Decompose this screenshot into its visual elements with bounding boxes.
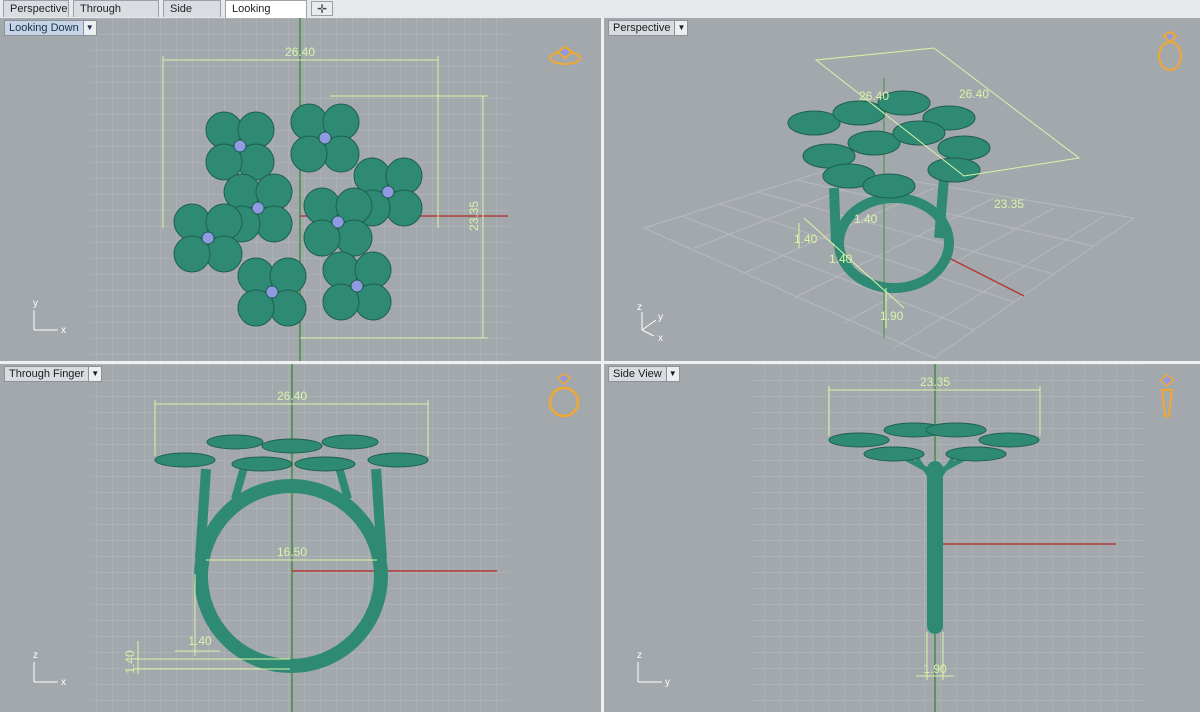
dim-label-a: 26.40 [859,89,889,103]
axis-label-z: z [637,302,642,313]
axis-gizmo [637,662,662,683]
dim-width-label: 26.40 [277,389,307,403]
viewport-title-perspective[interactable]: Perspective ▼ [608,20,689,36]
viewport-title-text: Looking Down [9,22,79,34]
tab-side-view[interactable]: Side View [163,0,221,31]
axis-label-x: x [61,677,66,688]
axis-label-y: y [33,298,38,309]
dim-label-c: 26.40 [959,87,989,101]
ring-front-icon[interactable] [548,373,580,418]
axis-label-x: x [61,325,66,336]
ring-side-icon[interactable] [1159,374,1175,417]
view-tab-bar: Perspective Through Finger Side View Loo… [0,0,1200,31]
viewport-title-looking-down[interactable]: Looking Down ▼ [4,20,97,36]
axis-label-z: z [33,650,38,661]
flower-cluster-perspective [787,90,991,199]
axis-gizmo [33,662,58,683]
dim-thickness-label: 1.40 [123,650,137,674]
through-finger-canvas[interactable]: 26.40 16.50 1.40 1.40 z x [0,364,601,712]
viewport-menu-arrow-icon[interactable]: ▼ [665,367,679,381]
tab-through-finger[interactable]: Through Finger [73,0,159,31]
viewport-title-text: Perspective [613,22,671,34]
viewport-title-text: Through Finger [9,368,85,380]
ring-perspective-icon[interactable] [1158,30,1182,71]
axis-label-y: y [665,677,670,688]
dim-inner-label: 16.50 [277,545,307,559]
viewport-looking-down[interactable]: 26.40 23.35 y x Looking Down ▼ [0,18,601,361]
dim-shank-label: 1.90 [923,662,947,676]
axis-label-x: x [658,333,663,344]
viewport-menu-arrow-icon[interactable]: ▼ [82,21,96,35]
axis-gizmo [641,312,657,337]
perspective-canvas[interactable]: 26.40 23.35 26.40 1.40 1.40 1.40 1.90 z … [604,18,1200,361]
dim-height-label: 23.35 [467,201,481,231]
viewport-side-view[interactable]: 23.35 1.90 z y Side View ▼ [604,364,1200,712]
tab-perspective[interactable]: Perspective [3,0,69,17]
viewport-perspective[interactable]: 26.40 23.35 26.40 1.40 1.40 1.40 1.90 z … [604,18,1200,361]
dim-label-d: 1.40 [794,232,818,246]
dim-label-e: 1.40 [829,252,853,266]
ring-top-view-icon[interactable] [549,45,581,65]
viewport-splitter-vertical[interactable] [601,18,604,712]
dim-label-b: 23.35 [994,197,1024,211]
dim-label-g: 1.90 [880,309,904,323]
axis-label-z: z [637,650,642,661]
side-view-canvas[interactable]: 23.35 1.90 z y [604,364,1200,712]
axis-label-y: y [658,312,663,323]
add-tab-button[interactable]: ✛ [311,1,333,16]
viewport-title-through-finger[interactable]: Through Finger ▼ [4,366,103,382]
viewport-through-finger[interactable]: 26.40 16.50 1.40 1.40 z x Through Finger… [0,364,601,712]
axis-gizmo [33,310,58,331]
dim-label-f: 1.40 [854,212,878,226]
dim-width-label: 26.40 [285,45,315,59]
construction-grid [752,364,1144,712]
viewport-title-text: Side View [613,368,662,380]
looking-down-canvas[interactable]: 26.40 23.35 y x [0,18,601,361]
viewport-menu-arrow-icon[interactable]: ▼ [674,21,688,35]
tab-looking-down[interactable]: Looking Down [225,0,307,31]
dim-band-label: 1.40 [188,634,212,648]
viewport-title-side-view[interactable]: Side View ▼ [608,366,680,382]
viewport-splitter-horizontal[interactable] [0,361,1200,364]
viewport-menu-arrow-icon[interactable]: ▼ [88,367,102,381]
dim-width-label: 23.35 [920,375,950,389]
